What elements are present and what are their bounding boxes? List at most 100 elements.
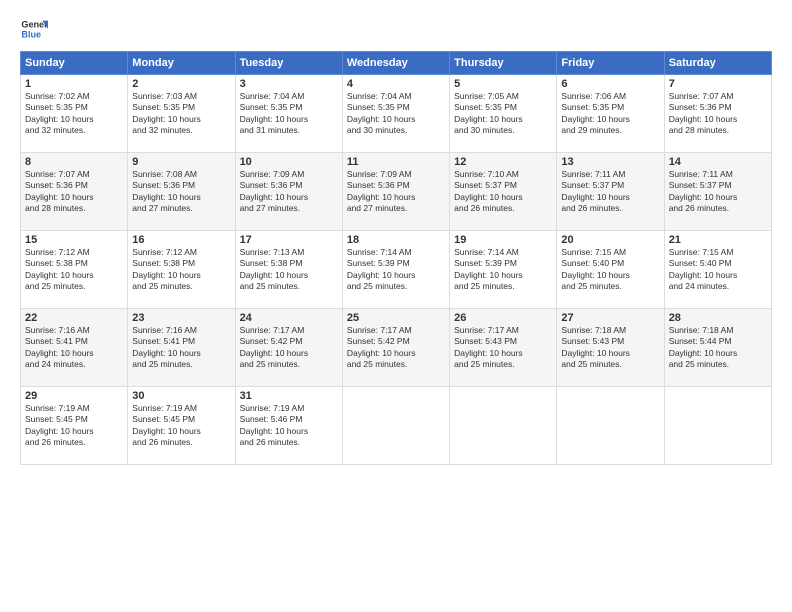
day-info: Sunrise: 7:09 AM Sunset: 5:36 PM Dayligh… (240, 169, 338, 215)
calendar-week-row: 8Sunrise: 7:07 AM Sunset: 5:36 PM Daylig… (21, 153, 772, 231)
day-info: Sunrise: 7:11 AM Sunset: 5:37 PM Dayligh… (561, 169, 659, 215)
day-number: 27 (561, 312, 659, 324)
calendar-cell: 17Sunrise: 7:13 AM Sunset: 5:38 PM Dayli… (235, 231, 342, 309)
calendar-cell (557, 387, 664, 465)
day-info: Sunrise: 7:04 AM Sunset: 5:35 PM Dayligh… (347, 91, 445, 137)
calendar-header-friday: Friday (557, 52, 664, 75)
day-number: 7 (669, 78, 767, 90)
day-info: Sunrise: 7:14 AM Sunset: 5:39 PM Dayligh… (347, 247, 445, 293)
day-number: 16 (132, 234, 230, 246)
calendar-cell: 8Sunrise: 7:07 AM Sunset: 5:36 PM Daylig… (21, 153, 128, 231)
calendar-cell: 27Sunrise: 7:18 AM Sunset: 5:43 PM Dayli… (557, 309, 664, 387)
day-info: Sunrise: 7:15 AM Sunset: 5:40 PM Dayligh… (561, 247, 659, 293)
calendar-header-wednesday: Wednesday (342, 52, 449, 75)
day-number: 19 (454, 234, 552, 246)
calendar-cell: 10Sunrise: 7:09 AM Sunset: 5:36 PM Dayli… (235, 153, 342, 231)
calendar-cell: 24Sunrise: 7:17 AM Sunset: 5:42 PM Dayli… (235, 309, 342, 387)
day-info: Sunrise: 7:12 AM Sunset: 5:38 PM Dayligh… (132, 247, 230, 293)
calendar-cell (342, 387, 449, 465)
day-info: Sunrise: 7:10 AM Sunset: 5:37 PM Dayligh… (454, 169, 552, 215)
calendar-table: SundayMondayTuesdayWednesdayThursdayFrid… (20, 51, 772, 465)
calendar-cell: 1Sunrise: 7:02 AM Sunset: 5:35 PM Daylig… (21, 75, 128, 153)
day-info: Sunrise: 7:19 AM Sunset: 5:45 PM Dayligh… (132, 403, 230, 449)
day-number: 12 (454, 156, 552, 168)
day-info: Sunrise: 7:06 AM Sunset: 5:35 PM Dayligh… (561, 91, 659, 137)
calendar-cell: 11Sunrise: 7:09 AM Sunset: 5:36 PM Dayli… (342, 153, 449, 231)
calendar-cell: 21Sunrise: 7:15 AM Sunset: 5:40 PM Dayli… (664, 231, 771, 309)
day-info: Sunrise: 7:19 AM Sunset: 5:45 PM Dayligh… (25, 403, 123, 449)
day-number: 21 (669, 234, 767, 246)
calendar-week-row: 15Sunrise: 7:12 AM Sunset: 5:38 PM Dayli… (21, 231, 772, 309)
day-number: 8 (25, 156, 123, 168)
calendar-cell: 13Sunrise: 7:11 AM Sunset: 5:37 PM Dayli… (557, 153, 664, 231)
calendar-cell: 15Sunrise: 7:12 AM Sunset: 5:38 PM Dayli… (21, 231, 128, 309)
day-number: 1 (25, 78, 123, 90)
day-info: Sunrise: 7:07 AM Sunset: 5:36 PM Dayligh… (669, 91, 767, 137)
day-number: 3 (240, 78, 338, 90)
day-info: Sunrise: 7:07 AM Sunset: 5:36 PM Dayligh… (25, 169, 123, 215)
day-info: Sunrise: 7:17 AM Sunset: 5:42 PM Dayligh… (347, 325, 445, 371)
day-number: 17 (240, 234, 338, 246)
calendar-cell: 7Sunrise: 7:07 AM Sunset: 5:36 PM Daylig… (664, 75, 771, 153)
calendar-cell: 6Sunrise: 7:06 AM Sunset: 5:35 PM Daylig… (557, 75, 664, 153)
logo-icon: General Blue (20, 15, 48, 43)
calendar-cell: 25Sunrise: 7:17 AM Sunset: 5:42 PM Dayli… (342, 309, 449, 387)
calendar-cell (664, 387, 771, 465)
day-info: Sunrise: 7:12 AM Sunset: 5:38 PM Dayligh… (25, 247, 123, 293)
calendar-cell: 30Sunrise: 7:19 AM Sunset: 5:45 PM Dayli… (128, 387, 235, 465)
svg-text:Blue: Blue (21, 29, 41, 39)
day-number: 31 (240, 390, 338, 402)
day-number: 23 (132, 312, 230, 324)
day-number: 22 (25, 312, 123, 324)
calendar-cell: 5Sunrise: 7:05 AM Sunset: 5:35 PM Daylig… (450, 75, 557, 153)
calendar-cell: 19Sunrise: 7:14 AM Sunset: 5:39 PM Dayli… (450, 231, 557, 309)
calendar-week-row: 29Sunrise: 7:19 AM Sunset: 5:45 PM Dayli… (21, 387, 772, 465)
day-number: 24 (240, 312, 338, 324)
calendar-week-row: 22Sunrise: 7:16 AM Sunset: 5:41 PM Dayli… (21, 309, 772, 387)
day-info: Sunrise: 7:13 AM Sunset: 5:38 PM Dayligh… (240, 247, 338, 293)
calendar-cell: 3Sunrise: 7:04 AM Sunset: 5:35 PM Daylig… (235, 75, 342, 153)
day-number: 14 (669, 156, 767, 168)
calendar-header-tuesday: Tuesday (235, 52, 342, 75)
calendar-cell: 14Sunrise: 7:11 AM Sunset: 5:37 PM Dayli… (664, 153, 771, 231)
day-number: 11 (347, 156, 445, 168)
day-info: Sunrise: 7:18 AM Sunset: 5:44 PM Dayligh… (669, 325, 767, 371)
calendar-cell: 12Sunrise: 7:10 AM Sunset: 5:37 PM Dayli… (450, 153, 557, 231)
calendar-week-row: 1Sunrise: 7:02 AM Sunset: 5:35 PM Daylig… (21, 75, 772, 153)
day-number: 18 (347, 234, 445, 246)
day-number: 5 (454, 78, 552, 90)
day-info: Sunrise: 7:18 AM Sunset: 5:43 PM Dayligh… (561, 325, 659, 371)
calendar-cell: 18Sunrise: 7:14 AM Sunset: 5:39 PM Dayli… (342, 231, 449, 309)
day-info: Sunrise: 7:17 AM Sunset: 5:43 PM Dayligh… (454, 325, 552, 371)
calendar-cell: 2Sunrise: 7:03 AM Sunset: 5:35 PM Daylig… (128, 75, 235, 153)
calendar-cell: 23Sunrise: 7:16 AM Sunset: 5:41 PM Dayli… (128, 309, 235, 387)
calendar-cell: 31Sunrise: 7:19 AM Sunset: 5:46 PM Dayli… (235, 387, 342, 465)
day-info: Sunrise: 7:15 AM Sunset: 5:40 PM Dayligh… (669, 247, 767, 293)
day-info: Sunrise: 7:11 AM Sunset: 5:37 PM Dayligh… (669, 169, 767, 215)
day-number: 28 (669, 312, 767, 324)
calendar-cell: 4Sunrise: 7:04 AM Sunset: 5:35 PM Daylig… (342, 75, 449, 153)
day-number: 2 (132, 78, 230, 90)
day-info: Sunrise: 7:09 AM Sunset: 5:36 PM Dayligh… (347, 169, 445, 215)
day-number: 10 (240, 156, 338, 168)
calendar-header-monday: Monday (128, 52, 235, 75)
day-info: Sunrise: 7:17 AM Sunset: 5:42 PM Dayligh… (240, 325, 338, 371)
day-number: 9 (132, 156, 230, 168)
day-info: Sunrise: 7:04 AM Sunset: 5:35 PM Dayligh… (240, 91, 338, 137)
day-info: Sunrise: 7:03 AM Sunset: 5:35 PM Dayligh… (132, 91, 230, 137)
day-number: 29 (25, 390, 123, 402)
calendar-header-saturday: Saturday (664, 52, 771, 75)
logo: General Blue (20, 15, 48, 43)
day-number: 15 (25, 234, 123, 246)
day-number: 30 (132, 390, 230, 402)
calendar-cell: 28Sunrise: 7:18 AM Sunset: 5:44 PM Dayli… (664, 309, 771, 387)
day-info: Sunrise: 7:05 AM Sunset: 5:35 PM Dayligh… (454, 91, 552, 137)
day-info: Sunrise: 7:14 AM Sunset: 5:39 PM Dayligh… (454, 247, 552, 293)
calendar-cell: 26Sunrise: 7:17 AM Sunset: 5:43 PM Dayli… (450, 309, 557, 387)
calendar-header-sunday: Sunday (21, 52, 128, 75)
calendar-cell: 9Sunrise: 7:08 AM Sunset: 5:36 PM Daylig… (128, 153, 235, 231)
day-number: 20 (561, 234, 659, 246)
day-number: 4 (347, 78, 445, 90)
header: General Blue (20, 15, 772, 43)
calendar-cell: 16Sunrise: 7:12 AM Sunset: 5:38 PM Dayli… (128, 231, 235, 309)
